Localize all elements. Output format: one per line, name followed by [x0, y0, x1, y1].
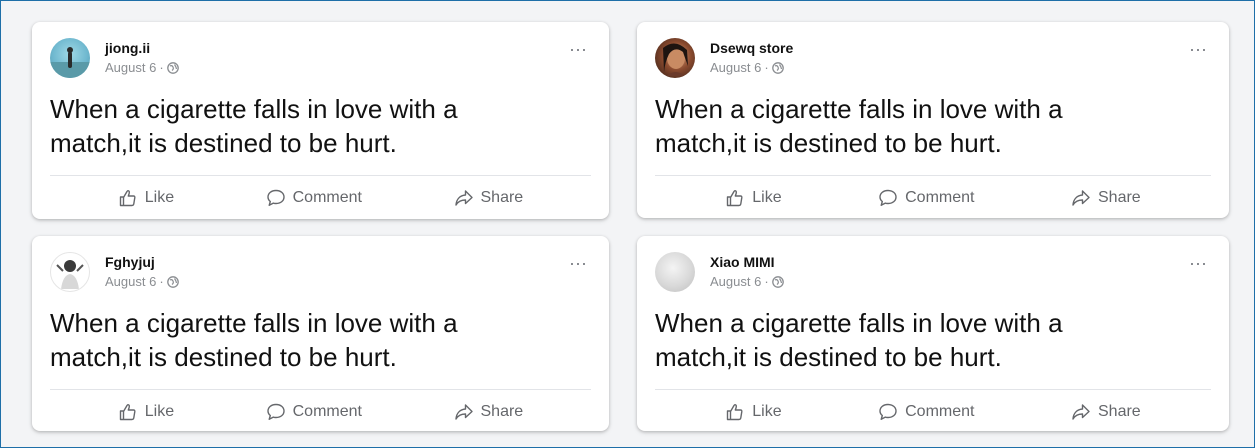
- post-actions: Like Comment Share: [637, 398, 1229, 426]
- comment-label: Comment: [905, 189, 975, 206]
- post-actions: Like Comment Share: [637, 184, 1229, 212]
- post-text: When a cigarette falls in love with a ma…: [50, 308, 458, 372]
- share-icon: [1072, 190, 1090, 206]
- globe-icon: [166, 61, 179, 74]
- post-date[interactable]: August 6: [710, 274, 761, 289]
- share-icon: [454, 190, 473, 206]
- more-options-icon[interactable]: ···: [1189, 254, 1207, 272]
- divider: [655, 175, 1211, 176]
- screenshot-frame: jiong.ii August 6 · ··· When a cigarette…: [0, 0, 1255, 448]
- comment-button[interactable]: Comment: [878, 188, 974, 208]
- more-options-icon[interactable]: ···: [1189, 40, 1207, 58]
- divider: [50, 175, 591, 176]
- thumbs-up-icon: [119, 403, 136, 421]
- comment-label: Comment: [292, 189, 362, 206]
- globe-icon: [771, 275, 784, 288]
- share-icon: [1072, 404, 1090, 420]
- more-options-icon[interactable]: ···: [569, 254, 587, 272]
- avatar[interactable]: [50, 38, 90, 78]
- post-text: When a cigarette falls in love with a ma…: [655, 308, 1063, 372]
- author-name[interactable]: Fghyjuj: [105, 254, 155, 270]
- comment-label: Comment: [292, 403, 362, 420]
- like-label: Like: [144, 403, 175, 420]
- post-card: Dsewq store August 6 · ··· When a cigare…: [637, 22, 1229, 218]
- thumbs-up-icon: [119, 189, 136, 207]
- like-label: Like: [752, 189, 782, 206]
- author-name[interactable]: Xiao MIMI: [710, 254, 775, 270]
- share-label: Share: [1098, 403, 1141, 420]
- post-card: Fghyjuj August 6 · ··· When a cigarette …: [32, 236, 609, 431]
- avatar[interactable]: [50, 252, 90, 292]
- comment-icon: [879, 189, 897, 206]
- comment-button[interactable]: Comment: [266, 188, 362, 208]
- post-text: When a cigarette falls in love with a ma…: [50, 94, 458, 158]
- comment-icon: [266, 403, 285, 420]
- avatar[interactable]: [655, 38, 695, 78]
- share-label: Share: [1098, 189, 1141, 206]
- author-name[interactable]: jiong.ii: [105, 40, 150, 56]
- globe-icon: [166, 275, 179, 288]
- meta-separator: ·: [159, 274, 164, 289]
- like-button[interactable]: Like: [118, 188, 174, 208]
- divider: [655, 389, 1211, 390]
- post-date[interactable]: August 6: [710, 60, 761, 75]
- post-card: jiong.ii August 6 · ··· When a cigarette…: [32, 22, 609, 219]
- like-label: Like: [144, 189, 175, 206]
- share-button[interactable]: Share: [454, 188, 524, 208]
- post-actions: Like Comment Share: [32, 398, 609, 426]
- globe-icon: [771, 61, 784, 74]
- like-label: Like: [752, 403, 782, 420]
- share-button[interactable]: Share: [454, 402, 524, 422]
- post-date[interactable]: August 6: [105, 274, 156, 289]
- like-button[interactable]: Like: [725, 188, 782, 208]
- post-text: When a cigarette falls in love with a ma…: [655, 94, 1063, 158]
- meta-separator: ·: [764, 274, 769, 289]
- meta-separator: ·: [764, 60, 769, 75]
- share-button[interactable]: Share: [1071, 188, 1141, 208]
- post-meta: August 6 ·: [710, 60, 784, 75]
- comment-icon: [266, 189, 285, 206]
- post-meta: August 6 ·: [105, 274, 179, 289]
- comment-button[interactable]: Comment: [878, 402, 974, 422]
- more-options-icon[interactable]: ···: [569, 40, 587, 58]
- comment-label: Comment: [905, 403, 975, 420]
- share-label: Share: [480, 189, 524, 206]
- post-card: Xiao MIMI August 6 · ··· When a cigarett…: [637, 236, 1229, 431]
- post-meta: August 6 ·: [105, 60, 179, 75]
- like-button[interactable]: Like: [725, 402, 782, 422]
- post-date[interactable]: August 6: [105, 60, 156, 75]
- thumbs-up-icon: [727, 189, 743, 207]
- comment-icon: [879, 403, 897, 420]
- author-name[interactable]: Dsewq store: [710, 40, 793, 56]
- share-icon: [454, 404, 473, 420]
- share-label: Share: [480, 403, 524, 420]
- thumbs-up-icon: [727, 403, 743, 421]
- divider: [50, 389, 591, 390]
- avatar[interactable]: [655, 252, 695, 292]
- share-button[interactable]: Share: [1071, 402, 1141, 422]
- post-meta: August 6 ·: [710, 274, 784, 289]
- post-actions: Like Comment Share: [32, 184, 609, 212]
- comment-button[interactable]: Comment: [266, 402, 362, 422]
- like-button[interactable]: Like: [118, 402, 174, 422]
- meta-separator: ·: [159, 60, 164, 75]
